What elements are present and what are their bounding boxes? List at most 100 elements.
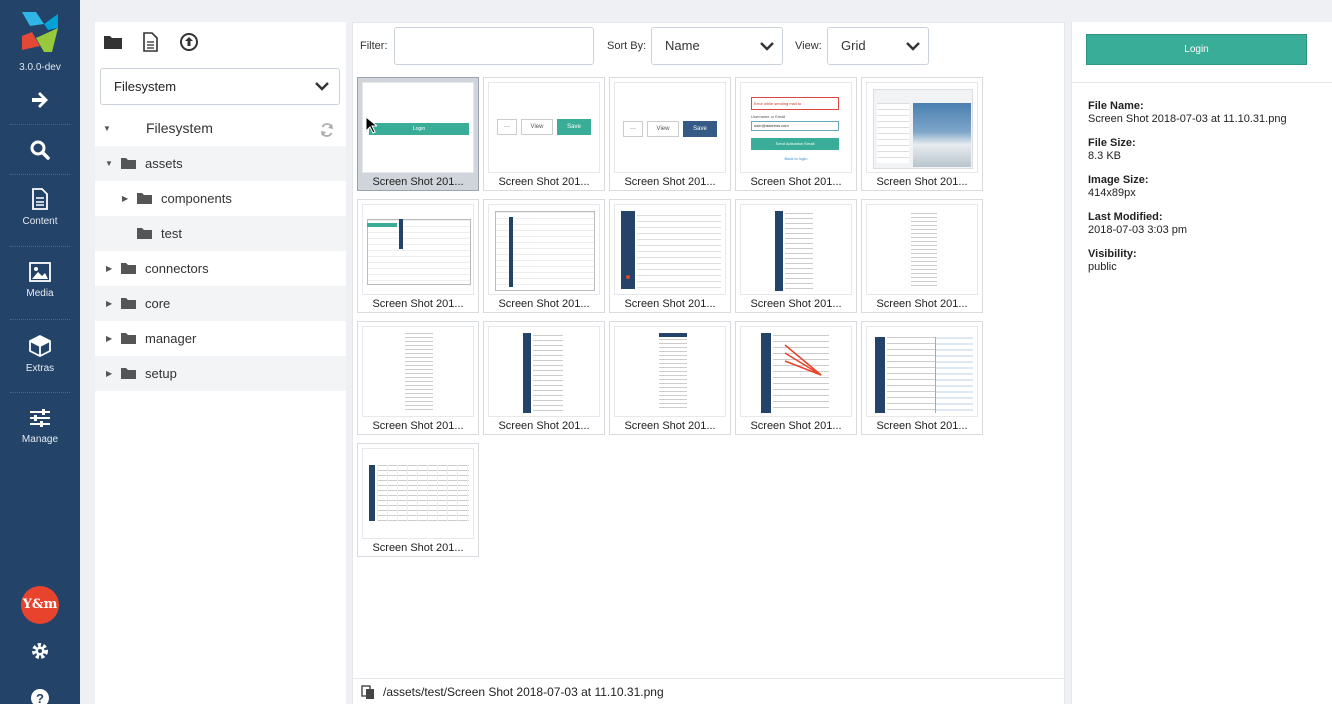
caret-down-icon[interactable]: ▼ bbox=[105, 146, 113, 181]
selected-path: /assets/test/Screen Shot 2018-07-03 at 1… bbox=[383, 685, 664, 699]
nav-item-manage[interactable]: Manage bbox=[0, 408, 80, 445]
thumb-image bbox=[740, 204, 852, 295]
file-thumb[interactable]: Screen Shot 201... bbox=[483, 321, 605, 435]
nav-item-extras[interactable]: Extras bbox=[0, 334, 80, 374]
thumb-image bbox=[740, 326, 852, 417]
file-thumb[interactable]: Login Screen Shot 201... bbox=[357, 77, 479, 191]
tree-node-assets[interactable]: ▼ assets bbox=[95, 146, 346, 181]
folder-icon bbox=[121, 263, 136, 274]
new-folder-icon[interactable] bbox=[103, 32, 123, 52]
thumb-image bbox=[362, 448, 474, 539]
nav-item-help[interactable]: ? bbox=[0, 688, 80, 704]
file-thumb[interactable]: Screen Shot 201... bbox=[609, 199, 731, 313]
new-file-icon[interactable] bbox=[140, 32, 160, 52]
tree-node-manager[interactable]: ▶ manager bbox=[95, 321, 346, 356]
extras-icon bbox=[29, 334, 51, 358]
meta-file-size: File Size: 8.3 KB bbox=[1088, 137, 1136, 162]
file-caption: Screen Shot 201... bbox=[750, 176, 842, 188]
tree-node-components[interactable]: ▶ components bbox=[95, 181, 346, 216]
upload-icon[interactable] bbox=[179, 32, 199, 52]
preview-image: Login bbox=[1072, 22, 1332, 83]
file-caption: Screen Shot 201... bbox=[750, 298, 842, 310]
file-browser-panel: Filter: Sort By: Name View: Grid Login S… bbox=[352, 22, 1065, 704]
file-caption: Screen Shot 201... bbox=[372, 298, 464, 310]
tree-node-label: assets bbox=[145, 156, 183, 171]
caret-right-icon[interactable]: ▶ bbox=[106, 321, 112, 356]
media-source-select[interactable]: Filesystem bbox=[100, 68, 340, 105]
preview-panel: Login File Name: Screen Shot 2018-07-03 … bbox=[1071, 22, 1332, 704]
help-icon: ? bbox=[31, 689, 49, 704]
view-select[interactable]: Grid bbox=[827, 27, 929, 65]
chevron-down-icon bbox=[760, 42, 774, 51]
file-thumb[interactable]: Screen Shot 201... bbox=[483, 199, 605, 313]
caret-right-icon[interactable]: ▶ bbox=[106, 356, 112, 391]
thumb-image: ··· View Save bbox=[488, 82, 600, 173]
tree-node-core[interactable]: ▶ core bbox=[95, 286, 346, 321]
file-caption: Screen Shot 201... bbox=[624, 298, 716, 310]
preview-login-bar: Login bbox=[1086, 34, 1307, 65]
filter-label: Filter: bbox=[360, 40, 388, 52]
refresh-icon[interactable] bbox=[320, 123, 334, 137]
tree-node-test[interactable]: test bbox=[95, 216, 346, 251]
file-caption: Screen Shot 201... bbox=[498, 298, 590, 310]
tree-root[interactable]: ▼ Filesystem bbox=[95, 111, 346, 146]
meta-visibility: Visibility: public bbox=[1088, 248, 1137, 273]
folder-icon bbox=[121, 298, 136, 309]
file-thumb[interactable]: Screen Shot 201... bbox=[735, 321, 857, 435]
copy-icon[interactable] bbox=[361, 685, 375, 700]
file-thumb[interactable]: Screen Shot 201... bbox=[861, 321, 983, 435]
sort-select[interactable]: Name bbox=[651, 27, 783, 65]
folder-icon bbox=[137, 193, 152, 204]
tree-node-label: setup bbox=[145, 366, 177, 381]
file-thumb[interactable]: ··· View Save Screen Shot 201... bbox=[483, 77, 605, 191]
nav-label-extras: Extras bbox=[25, 363, 55, 374]
file-thumb[interactable]: Screen Shot 201... bbox=[357, 443, 479, 557]
selected-path-bar: /assets/test/Screen Shot 2018-07-03 at 1… bbox=[353, 678, 1064, 704]
view-label: View: bbox=[795, 40, 822, 52]
thumb-image bbox=[362, 204, 474, 295]
tree-node-connectors[interactable]: ▶ connectors bbox=[95, 251, 346, 286]
file-caption: Screen Shot 201... bbox=[372, 176, 464, 188]
file-caption: Screen Shot 201... bbox=[498, 420, 590, 432]
nav-item-go[interactable] bbox=[0, 90, 80, 113]
file-thumb[interactable]: Screen Shot 201... bbox=[357, 199, 479, 313]
file-thumb[interactable]: ··· View Save Screen Shot 201... bbox=[609, 77, 731, 191]
view-value: Grid bbox=[841, 38, 866, 53]
file-thumb[interactable]: Screen Shot 201... bbox=[735, 199, 857, 313]
svg-text:?: ? bbox=[36, 691, 44, 704]
folder-icon bbox=[137, 228, 152, 239]
nav-item-content[interactable]: Content bbox=[0, 188, 80, 227]
chevron-down-icon bbox=[906, 42, 920, 51]
file-caption: Screen Shot 201... bbox=[750, 420, 842, 432]
file-thumb[interactable]: Screen Shot 201... bbox=[861, 77, 983, 191]
nav-item-settings[interactable] bbox=[0, 641, 80, 664]
tree-node-setup[interactable]: ▶ setup bbox=[95, 356, 346, 391]
file-caption: Screen Shot 201... bbox=[372, 420, 464, 432]
caret-right-icon[interactable]: ▶ bbox=[122, 181, 128, 216]
nav-label-media: Media bbox=[26, 288, 54, 299]
thumb-login-bar: Login bbox=[369, 123, 469, 135]
nav-item-media[interactable]: Media bbox=[0, 262, 80, 299]
sort-label: Sort By: bbox=[607, 40, 647, 52]
thumb-image bbox=[614, 326, 726, 417]
file-caption: Screen Shot 201... bbox=[876, 176, 968, 188]
tree-node-label: connectors bbox=[145, 261, 209, 276]
file-thumb[interactable]: Error while sending mail to Username or … bbox=[735, 77, 857, 191]
thumb-image bbox=[866, 326, 978, 417]
meta-last-modified: Last Modified: 2018-07-03 3:03 pm bbox=[1088, 211, 1188, 236]
file-thumb[interactable]: Screen Shot 201... bbox=[357, 321, 479, 435]
filter-input[interactable] bbox=[394, 27, 594, 65]
file-caption: Screen Shot 201... bbox=[372, 542, 464, 554]
caret-right-icon[interactable]: ▶ bbox=[106, 286, 112, 321]
thumb-image bbox=[488, 204, 600, 295]
file-thumb[interactable]: Screen Shot 201... bbox=[609, 321, 731, 435]
thumb-image: Login bbox=[362, 82, 474, 173]
modx-logo-icon[interactable] bbox=[22, 12, 58, 52]
nav-item-search[interactable] bbox=[0, 140, 80, 163]
avatar[interactable]: Y&m bbox=[21, 586, 59, 624]
caret-right-icon[interactable]: ▶ bbox=[106, 251, 112, 286]
file-thumb[interactable]: Screen Shot 201... bbox=[861, 199, 983, 313]
caret-down-icon[interactable]: ▼ bbox=[103, 111, 111, 146]
thumb-image bbox=[614, 204, 726, 295]
tree-node-label: components bbox=[161, 191, 232, 206]
